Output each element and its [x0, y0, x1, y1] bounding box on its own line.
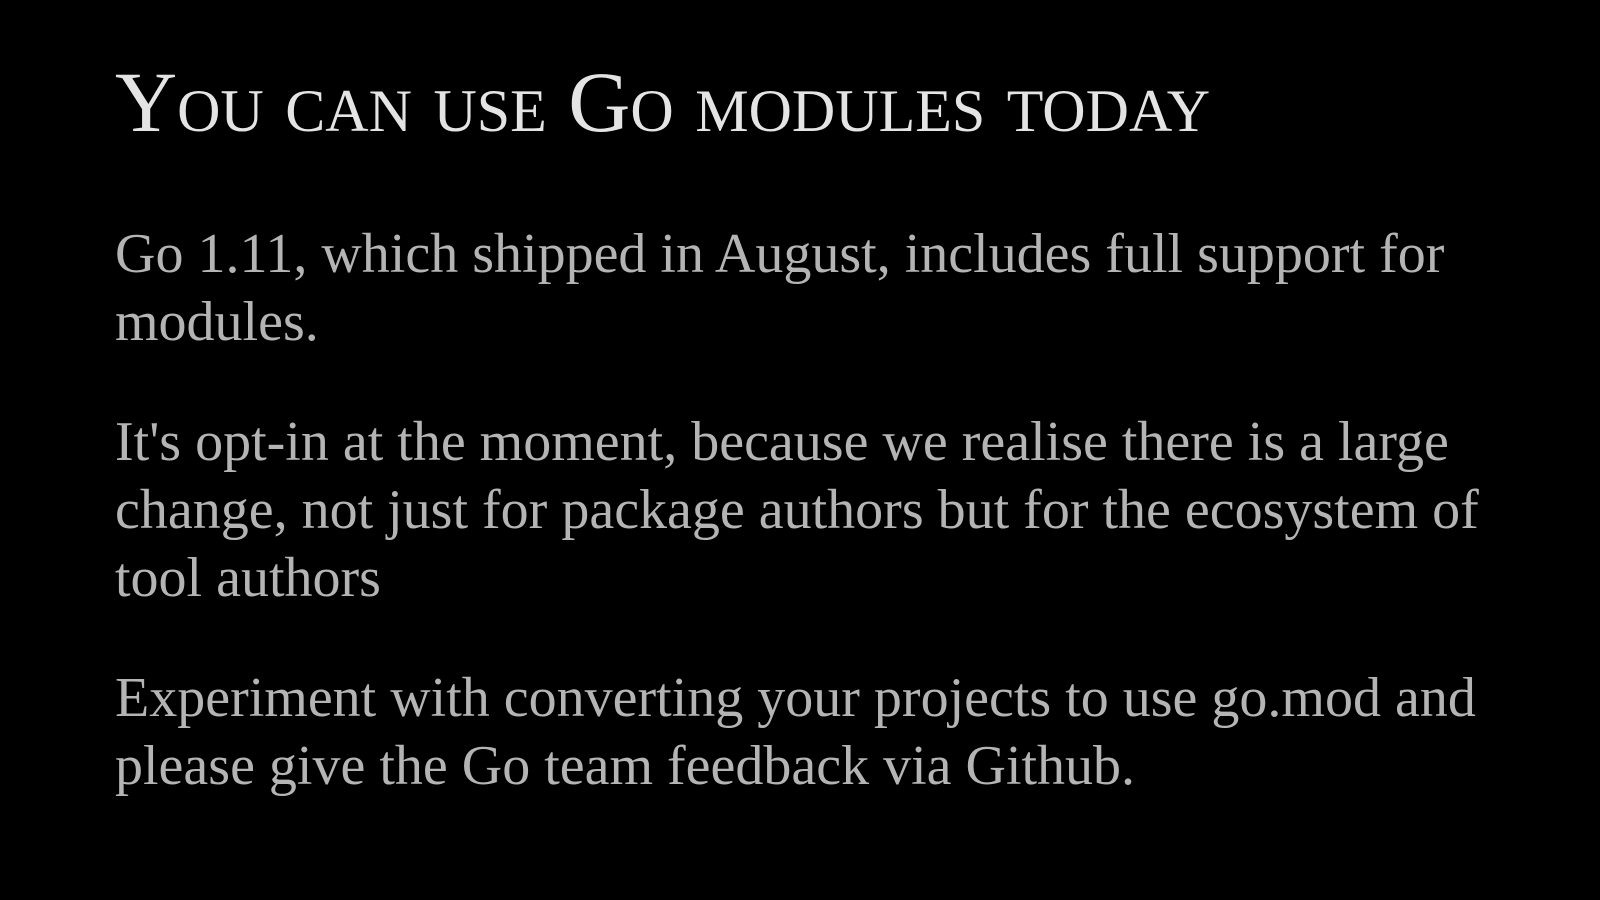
paragraph-experiment: Experiment with converting your projects…	[115, 667, 1476, 797]
paragraph-go111-support: Go 1.11, which shipped in August, includ…	[115, 223, 1445, 353]
slide-body: Go 1.11, which shipped in August, includ…	[115, 220, 1515, 852]
slide: You can use Go modules today Go 1.11, wh…	[0, 0, 1600, 900]
paragraph-opt-in: It's opt-in at the moment, because we re…	[115, 411, 1479, 609]
slide-title: You can use Go modules today	[115, 54, 1211, 150]
